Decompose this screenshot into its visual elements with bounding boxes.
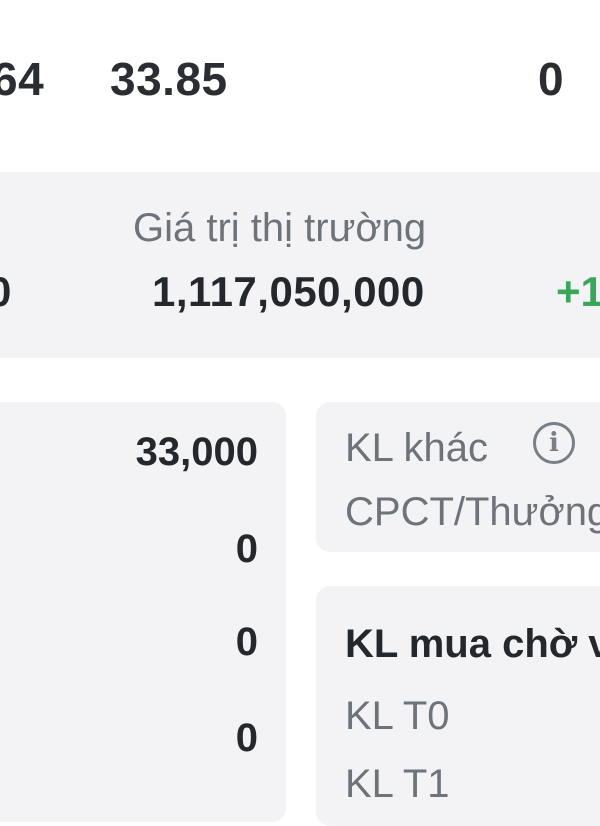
market-change: +1: [556, 268, 600, 315]
quantity-value: 0: [235, 620, 258, 664]
other-quantity-label: KL khác: [345, 426, 489, 470]
quantity-value: 0: [235, 716, 258, 760]
pending-buy-row-t1: KL T1: [345, 762, 450, 806]
pending-buy-row-t0: KL T0: [345, 694, 450, 738]
market-value-section: [0, 172, 600, 358]
pending-buy-title: KL mua chờ v: [345, 622, 600, 666]
info-icon[interactable]: i: [533, 422, 575, 464]
other-quantity-sublabel: CPCT/Thưởng: [345, 490, 600, 534]
top-value-mid: 33.85: [110, 53, 228, 105]
top-value-right: 0: [538, 53, 565, 105]
quantity-value: 0: [235, 527, 258, 571]
market-value: 1,117,050,000: [152, 268, 425, 315]
market-left-value: 0: [0, 268, 11, 316]
quantity-value: 33,000: [135, 430, 258, 474]
top-value-left: 64: [0, 53, 45, 105]
market-value-label: Giá trị thị trường: [133, 206, 427, 250]
